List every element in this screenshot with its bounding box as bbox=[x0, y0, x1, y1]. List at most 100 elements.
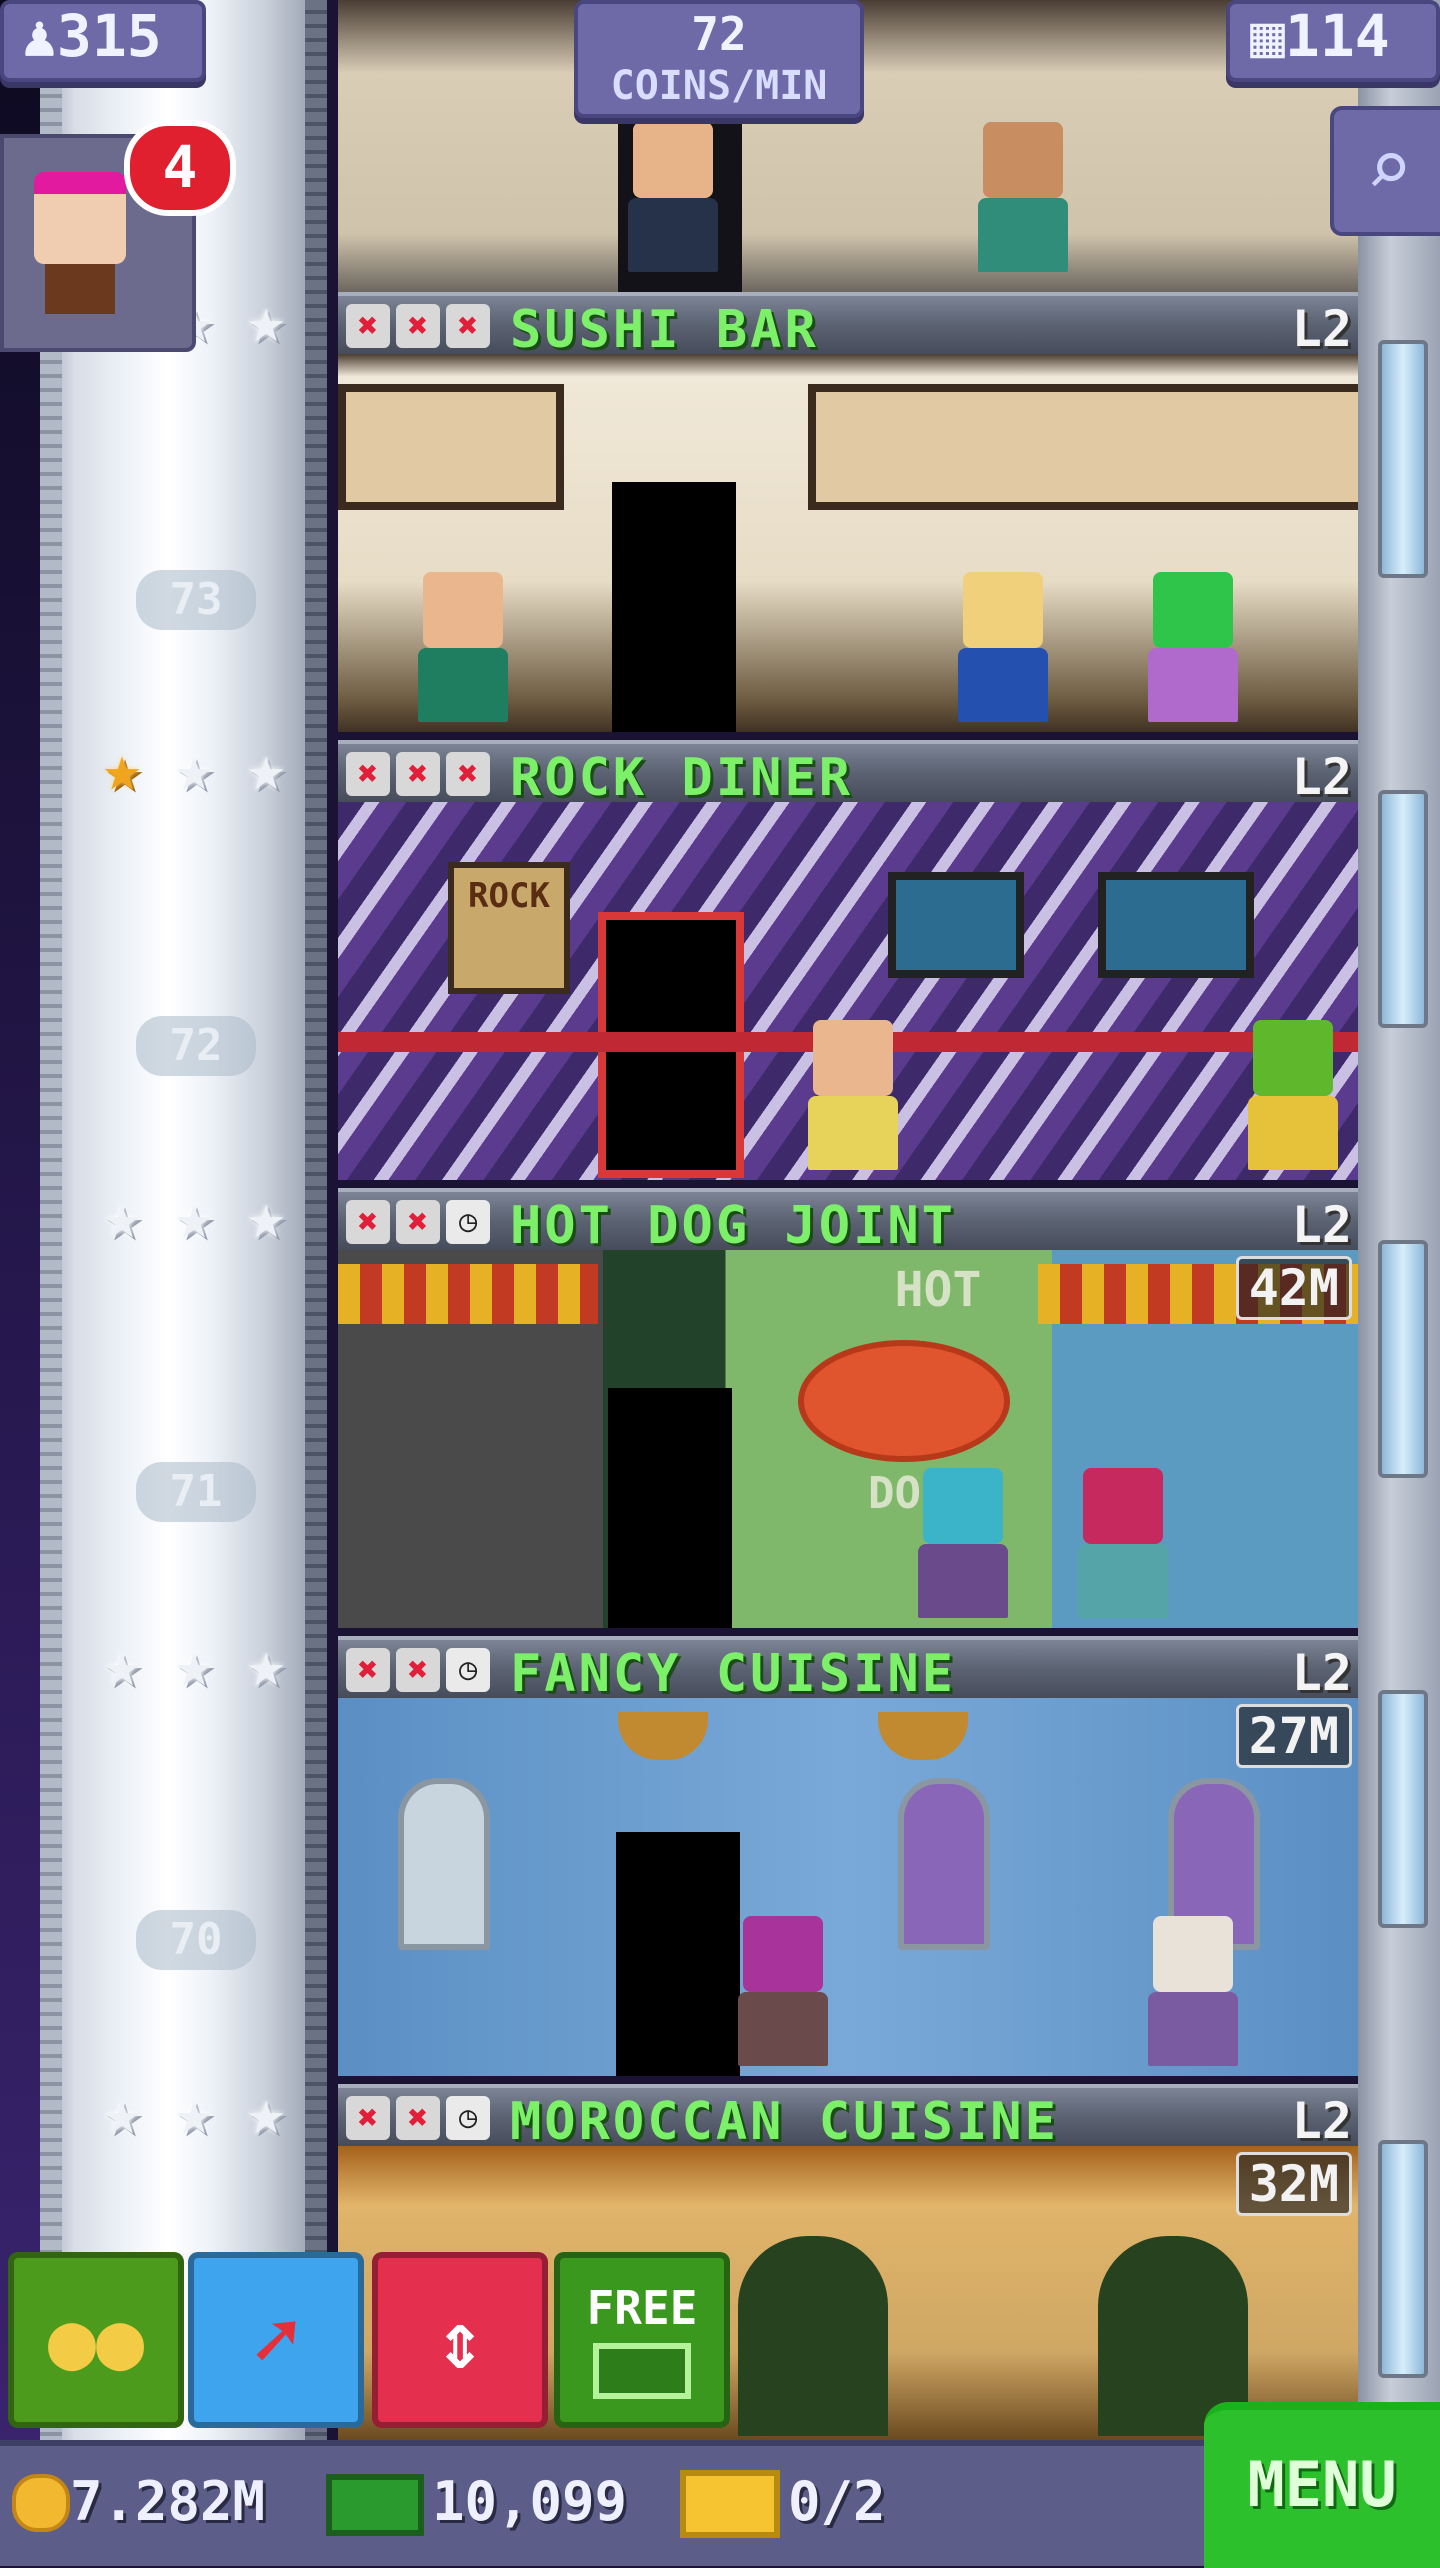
x-icon: ✖ bbox=[396, 1200, 440, 1244]
star-icon-filled: ★ bbox=[102, 732, 142, 806]
up-down-arrows-icon: ⇕ bbox=[435, 2293, 485, 2387]
resident[interactable] bbox=[738, 1916, 828, 2066]
x-icon: ✖ bbox=[396, 1648, 440, 1692]
floor-number: 71 bbox=[136, 1462, 256, 1522]
notification-badge: 4 bbox=[124, 120, 236, 216]
bux-balance: 10,099 bbox=[432, 2470, 628, 2533]
x-icon: ✖ bbox=[396, 2096, 440, 2140]
coins-button[interactable]: ●● bbox=[8, 2252, 184, 2428]
resident[interactable] bbox=[1078, 1468, 1168, 1618]
floor-status: ✖ ✖ ◷ bbox=[346, 2096, 490, 2140]
clock-icon: ◷ bbox=[446, 1200, 490, 1244]
star-icon: ★ bbox=[174, 2076, 214, 2150]
x-icon: ✖ bbox=[346, 1648, 390, 1692]
x-icon: ✖ bbox=[446, 752, 490, 796]
star-icon: ★ bbox=[246, 284, 286, 358]
clock-icon: ◷ bbox=[446, 2096, 490, 2140]
floor-name: SUSHI BAR bbox=[510, 300, 819, 360]
room-timer: 27M bbox=[1235, 1704, 1352, 1768]
magnifier-icon[interactable]: ⌕ bbox=[1330, 106, 1440, 236]
floor-stars: ★ ★ ★ bbox=[92, 1628, 322, 1702]
floor-status: ✖ ✖ ◷ bbox=[346, 1200, 490, 1244]
floor-status: ✖ ✖ ✖ bbox=[346, 304, 490, 348]
x-icon: ✖ bbox=[346, 1200, 390, 1244]
room-fancy-cuisine[interactable]: 27M bbox=[338, 1698, 1358, 2076]
floor-level: L2 bbox=[1291, 300, 1352, 358]
resident[interactable] bbox=[808, 1020, 898, 1170]
x-icon: ✖ bbox=[396, 752, 440, 796]
room-timer: 32M bbox=[1235, 2152, 1352, 2216]
hot-dog-art bbox=[798, 1340, 1010, 1462]
coin-balance: 7.282M bbox=[70, 2470, 266, 2533]
resident[interactable] bbox=[1248, 1020, 1338, 1170]
floor-header-moroccan-cuisine[interactable]: ✖ ✖ ◷ MOROCCAN CUISINE L2 bbox=[338, 2084, 1358, 2152]
room-hot-dog-joint[interactable]: HOT DO 42M bbox=[338, 1250, 1358, 1628]
floor-header-hot-dog-joint[interactable]: ✖ ✖ ◷ HOT DOG JOINT L2 bbox=[338, 1188, 1358, 1256]
bux-icon bbox=[593, 2343, 691, 2399]
wall-window bbox=[1378, 2140, 1428, 2378]
star-icon: ★ bbox=[102, 1180, 142, 1254]
room-sushi-bar[interactable] bbox=[338, 354, 1358, 732]
arched-window bbox=[398, 1778, 490, 1950]
wall-window bbox=[1378, 340, 1428, 578]
floor-header-rock-diner[interactable]: ✖ ✖ ✖ ROCK DINER L2 bbox=[338, 740, 1358, 808]
clock-icon: ◷ bbox=[446, 1648, 490, 1692]
x-icon: ✖ bbox=[346, 752, 390, 796]
floor-header-sushi-bar[interactable]: ✖ ✖ ✖ SUSHI BAR L2 bbox=[338, 292, 1358, 360]
elevator-button[interactable]: ⇕ bbox=[372, 2252, 548, 2428]
floor-count-panel[interactable]: ▦114 bbox=[1226, 0, 1440, 82]
x-icon: ✖ bbox=[346, 2096, 390, 2140]
floor-name: HOT DOG JOINT bbox=[510, 1196, 956, 1256]
resident[interactable] bbox=[1148, 572, 1238, 722]
free-label: FREE bbox=[586, 2281, 698, 2335]
resident[interactable] bbox=[958, 572, 1048, 722]
resident[interactable] bbox=[918, 1468, 1008, 1618]
floor-stars: ★ ★ ★ bbox=[92, 1180, 322, 1254]
room-door bbox=[612, 482, 736, 732]
hot-sign: HOT bbox=[894, 1262, 982, 1318]
wall-window bbox=[1378, 790, 1428, 1028]
resident[interactable] bbox=[628, 122, 718, 272]
star-icon: ★ bbox=[246, 732, 286, 806]
room-window bbox=[808, 384, 1358, 510]
floor-name: FANCY CUISINE bbox=[510, 1644, 956, 1704]
population-counter[interactable]: ♟315 bbox=[0, 0, 206, 82]
room-door bbox=[616, 1832, 740, 2076]
floor-status: ✖ ✖ ◷ bbox=[346, 1648, 490, 1692]
person-icon: ♟ bbox=[22, 2, 57, 70]
star-icon: ★ bbox=[174, 732, 214, 806]
rock-poster: ROCK bbox=[448, 862, 570, 994]
room-rock-diner[interactable]: ROCK bbox=[338, 802, 1358, 1180]
floor-count-value: 114 bbox=[1284, 2, 1390, 70]
star-icon: ★ bbox=[174, 1180, 214, 1254]
bux-icon bbox=[326, 2474, 424, 2536]
free-bux-button[interactable]: FREE bbox=[554, 2252, 730, 2428]
room-door bbox=[608, 1388, 732, 1628]
resident[interactable] bbox=[1148, 1916, 1238, 2066]
resident[interactable] bbox=[418, 572, 508, 722]
floor-header-fancy-cuisine[interactable]: ✖ ✖ ◷ FANCY CUISINE L2 bbox=[338, 1636, 1358, 1704]
x-icon: ✖ bbox=[396, 304, 440, 348]
coins-per-min-label: COINS/MIN bbox=[610, 63, 828, 109]
floor-stars: ★ ★ ★ bbox=[92, 732, 322, 806]
coins-per-min-panel[interactable]: 72 COINS/MIN bbox=[574, 0, 864, 118]
chandelier bbox=[618, 1712, 708, 1760]
resident[interactable] bbox=[978, 122, 1068, 272]
potted-plant bbox=[738, 2236, 888, 2436]
vip-ticket-icon bbox=[680, 2470, 780, 2538]
floor-status: ✖ ✖ ✖ bbox=[346, 752, 490, 796]
star-icon: ★ bbox=[102, 2076, 142, 2150]
population-value: 315 bbox=[56, 2, 162, 70]
floor-number: 70 bbox=[136, 1910, 256, 1970]
star-icon: ★ bbox=[102, 1628, 142, 1702]
vip-count: 0/2 bbox=[788, 2470, 886, 2533]
star-icon: ★ bbox=[246, 1628, 286, 1702]
menu-button[interactable]: MENU bbox=[1204, 2402, 1440, 2568]
wall-frame bbox=[1098, 872, 1254, 978]
x-icon: ✖ bbox=[446, 304, 490, 348]
floor-level: L2 bbox=[1291, 1196, 1352, 1254]
floor-number: 72 bbox=[136, 1016, 256, 1076]
shaft-rail-left bbox=[40, 0, 62, 2440]
room-timer: 42M bbox=[1235, 1256, 1352, 1320]
raise-button[interactable]: ➚ bbox=[188, 2252, 364, 2428]
